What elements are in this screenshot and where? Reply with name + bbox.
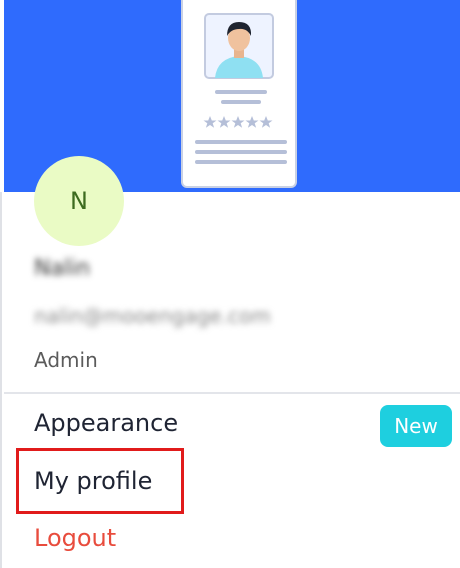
section-divider <box>4 392 460 394</box>
panel-left-border <box>0 192 2 568</box>
card-name-line <box>215 90 267 94</box>
user-role: Admin <box>34 348 98 372</box>
card-detail-line <box>195 160 287 164</box>
profile-dropdown-panel: N Nalin nalin@mooengage.com Admin Appear… <box>0 0 460 568</box>
card-detail-line <box>195 150 287 154</box>
star-icon <box>231 116 245 128</box>
star-icon <box>203 116 217 128</box>
star-icon <box>245 116 259 128</box>
profile-card-graphic <box>195 13 287 164</box>
menu-item-my-profile[interactable]: My profile <box>34 467 152 495</box>
menu-item-appearance[interactable]: Appearance <box>34 409 178 437</box>
user-email: nalin@mooengage.com <box>34 304 271 328</box>
profile-card-illustration <box>181 0 297 188</box>
menu-item-logout[interactable]: Logout <box>34 524 116 552</box>
rating-stars <box>203 116 273 128</box>
user-name: Nalin <box>34 256 91 281</box>
avatar-initial: N <box>70 187 88 215</box>
new-badge: New <box>380 405 452 447</box>
card-detail-line <box>195 140 287 144</box>
card-title-line <box>221 100 261 104</box>
avatar: N <box>34 156 124 246</box>
star-icon <box>217 116 231 128</box>
star-icon <box>259 116 273 128</box>
